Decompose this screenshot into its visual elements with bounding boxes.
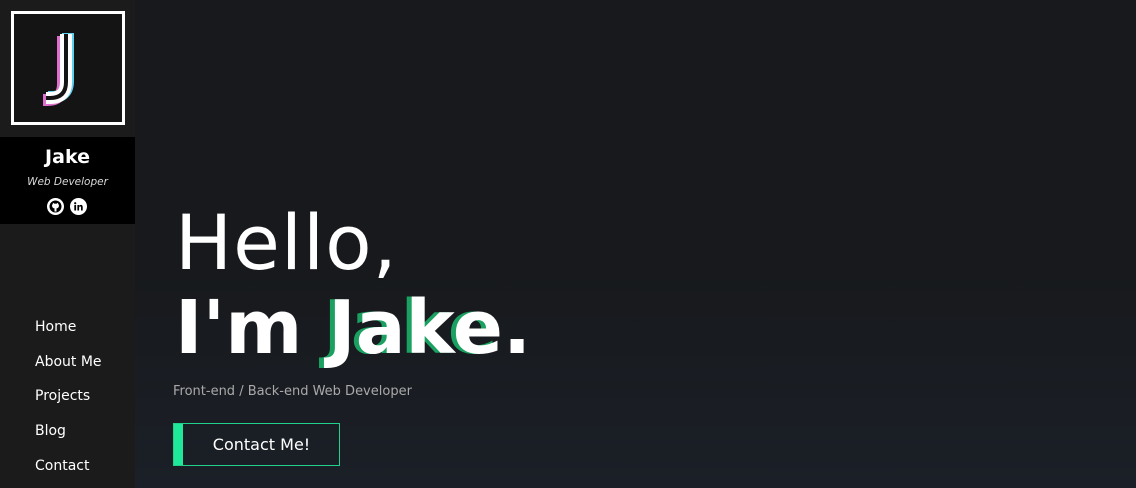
contact-me-button[interactable]: Contact Me! bbox=[173, 423, 340, 466]
hero-intro-suffix: . bbox=[502, 285, 532, 371]
hero-subtitle: Front-end / Back-end Web Developer bbox=[173, 384, 412, 399]
hero-intro-name: Jake bbox=[328, 285, 503, 371]
profile-name: Jake bbox=[45, 146, 90, 168]
logo-area bbox=[0, 0, 135, 137]
hero-intro-prefix: I'm bbox=[175, 285, 329, 371]
linkedin-icon[interactable] bbox=[70, 198, 87, 215]
nav-item-blog[interactable]: Blog bbox=[35, 421, 102, 456]
site-logo[interactable] bbox=[11, 11, 125, 125]
nav-item-contact[interactable]: Contact bbox=[35, 456, 102, 488]
hero-greeting: Hello, bbox=[175, 198, 398, 287]
sidebar: Jake Web Developer Home About Me Project… bbox=[0, 0, 135, 488]
profile-card: Jake Web Developer bbox=[0, 137, 135, 224]
main-nav: Home About Me Projects Blog Contact bbox=[35, 317, 102, 488]
nav-item-home[interactable]: Home bbox=[35, 317, 102, 352]
nav-item-about-me[interactable]: About Me bbox=[35, 352, 102, 387]
github-icon[interactable] bbox=[47, 198, 64, 215]
social-links bbox=[47, 198, 87, 215]
hero-section: Hello, I'm Jake. Front-end / Back-end We… bbox=[135, 0, 1136, 488]
logo-j-icon bbox=[43, 33, 74, 106]
profile-title: Web Developer bbox=[27, 176, 108, 188]
hero-intro: I'm Jake. bbox=[175, 280, 531, 376]
nav-item-projects[interactable]: Projects bbox=[35, 386, 102, 421]
